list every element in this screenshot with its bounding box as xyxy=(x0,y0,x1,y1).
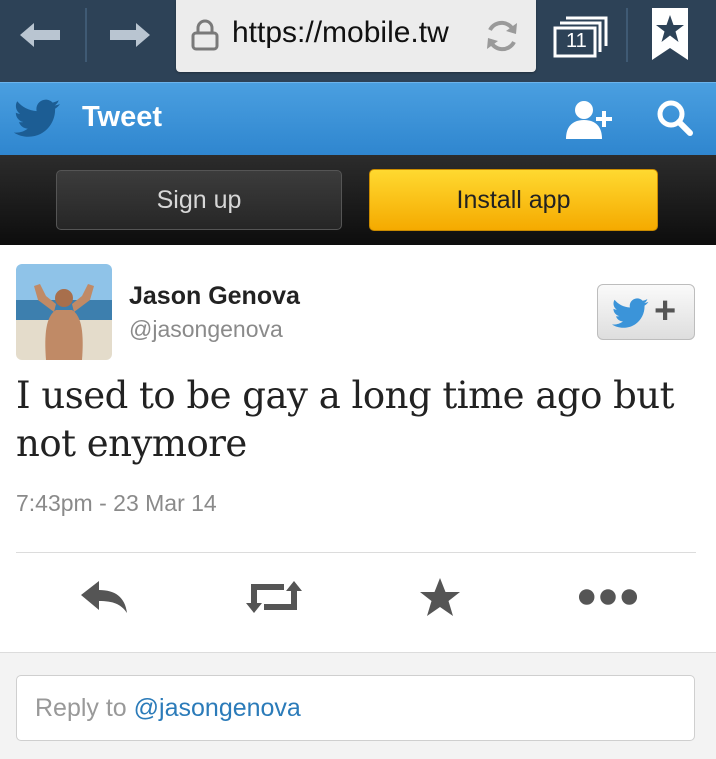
divider xyxy=(16,552,696,553)
forward-button[interactable] xyxy=(98,10,162,60)
search-icon[interactable] xyxy=(656,99,694,137)
author-handle[interactable]: @jasongenova xyxy=(129,316,283,343)
follow-plus: + xyxy=(654,290,677,332)
avatar-image xyxy=(16,264,112,360)
tweet-timestamp[interactable]: 7:43pm - 23 Mar 14 xyxy=(16,490,217,517)
bookmark-star-icon xyxy=(652,8,688,60)
bookmark-button[interactable] xyxy=(640,6,700,64)
reply-button[interactable] xyxy=(74,572,134,622)
nav-separator xyxy=(85,8,87,62)
favorite-button[interactable] xyxy=(410,572,470,622)
reply-input[interactable]: Reply to @jasongenova xyxy=(16,675,695,741)
retweet-button[interactable] xyxy=(244,572,304,622)
reply-prefix: Reply to xyxy=(35,694,134,722)
twitter-bird-icon[interactable] xyxy=(14,98,62,138)
install-app-button[interactable]: Install app xyxy=(369,169,658,231)
twitter-header: Tweet xyxy=(0,82,716,156)
refresh-icon[interactable] xyxy=(484,19,520,53)
back-arrow-icon xyxy=(20,23,60,47)
page-title: Tweet xyxy=(82,101,163,133)
forward-arrow-icon xyxy=(110,23,150,47)
add-user-icon[interactable] xyxy=(564,99,616,139)
reply-icon xyxy=(81,581,127,613)
author-name[interactable]: Jason Genova xyxy=(129,282,300,311)
tweet-text: I used to be gay a long time ago but not… xyxy=(16,374,675,465)
reply-mention: @jasongenova xyxy=(133,694,301,722)
reply-area: Reply to @jasongenova xyxy=(0,652,716,759)
tabs-button[interactable]: 11 xyxy=(552,12,612,58)
browser-toolbar: https://mobile.tw 11 xyxy=(0,0,716,82)
retweet-icon xyxy=(246,581,302,613)
back-button[interactable] xyxy=(8,10,72,60)
tab-count: 11 xyxy=(566,30,587,52)
url-text: https://mobile.tw xyxy=(232,16,449,49)
app-promo-bar: Sign up Install app xyxy=(0,155,716,245)
nav-separator xyxy=(626,8,628,62)
lock-icon xyxy=(191,19,219,51)
more-dots-icon xyxy=(578,589,638,605)
twitter-bird-icon xyxy=(612,298,649,328)
url-bar[interactable]: https://mobile.tw xyxy=(176,0,536,72)
sign-up-button[interactable]: Sign up xyxy=(56,170,342,230)
more-button[interactable] xyxy=(578,572,638,622)
follow-button[interactable]: + xyxy=(597,284,695,340)
avatar[interactable] xyxy=(16,264,112,360)
favorite-star-icon xyxy=(420,578,460,616)
reply-placeholder: Reply to @jasongenova xyxy=(35,694,301,723)
